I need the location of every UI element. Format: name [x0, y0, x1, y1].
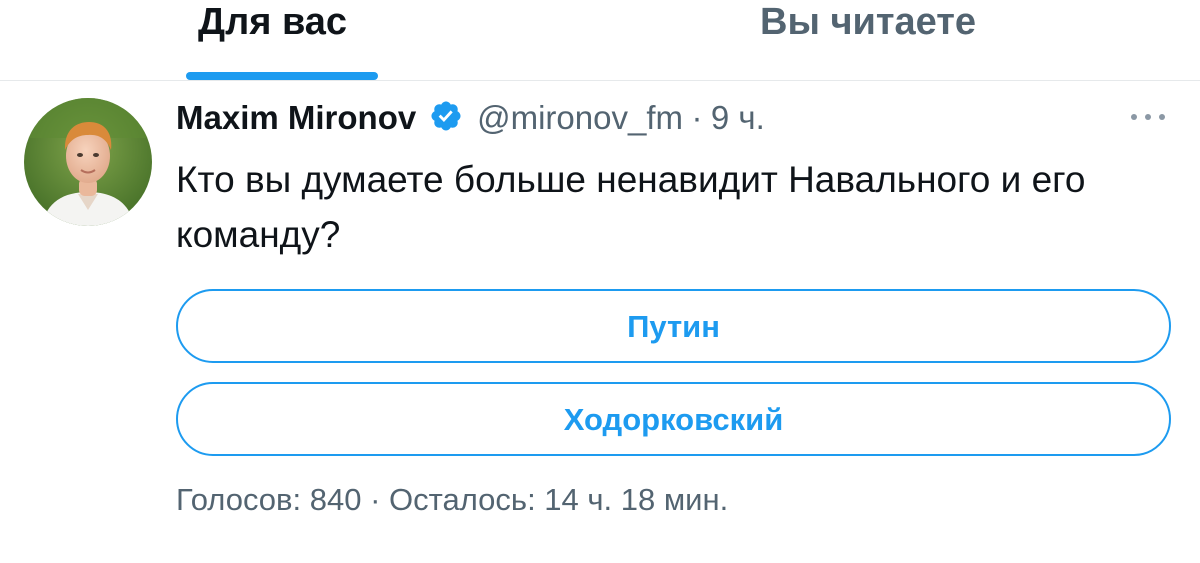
tab-following-label: Вы читаете: [760, 1, 976, 43]
poll-votes: Голосов: 840: [176, 482, 362, 517]
avatar-photo: [24, 98, 152, 226]
tab-for-you[interactable]: Для вас: [186, 0, 378, 80]
active-tab-indicator: [186, 72, 378, 80]
author-display-name[interactable]: Maxim Mironov: [176, 99, 416, 136]
tweet-header: Maxim Mironov @mironov_fm · 9 ч.: [176, 96, 765, 140]
tab-for-you-label: Для вас: [198, 1, 348, 43]
header-separator: ·: [691, 99, 703, 136]
poll-meta: Голосов: 840 · Осталось: 14 ч. 18 мин.: [176, 480, 728, 520]
tab-following[interactable]: Вы читаете: [748, 0, 1018, 80]
poll-option-1[interactable]: Путин: [176, 289, 1171, 363]
poll-option-2[interactable]: Ходорковский: [176, 382, 1171, 456]
tweet-timestamp[interactable]: 9 ч.: [711, 99, 765, 136]
tweet-text: Кто вы думаете больше ненавидит Навально…: [176, 159, 1086, 255]
timeline-tabs: Для вас Вы читаете: [0, 0, 1200, 81]
avatar[interactable]: [24, 98, 152, 226]
more-horizontal-icon[interactable]: [1126, 110, 1170, 124]
author-handle[interactable]: @mironov_fm: [477, 99, 683, 136]
poll-meta-separator: ·: [370, 482, 381, 517]
verified-badge-icon: [429, 99, 463, 133]
poll-time-remaining: Осталось: 14 ч. 18 мин.: [389, 482, 729, 517]
